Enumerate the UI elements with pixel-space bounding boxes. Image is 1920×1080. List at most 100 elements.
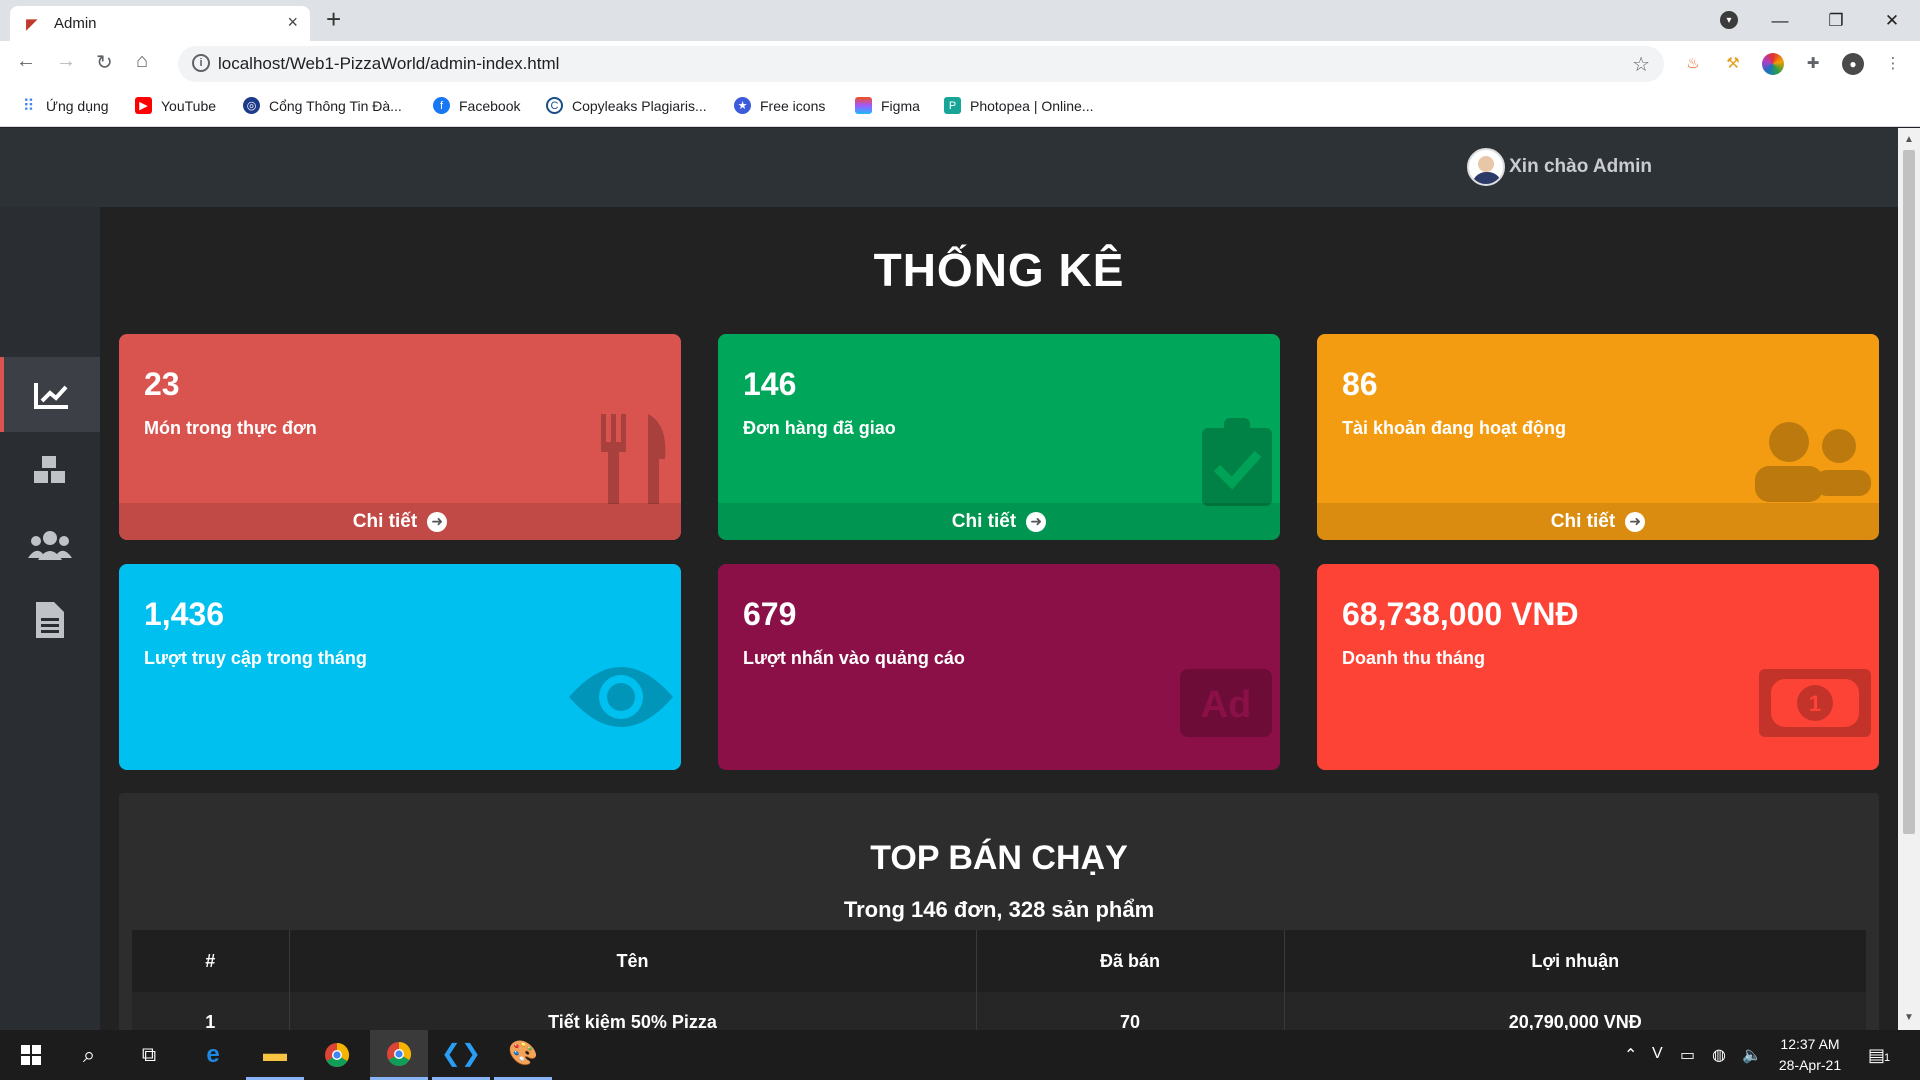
color-picker-extension-icon[interactable] — [1762, 53, 1784, 75]
search-icon[interactable]: ⌕ — [60, 1030, 118, 1080]
admin-greeting[interactable]: Xin chào Admin — [1467, 148, 1652, 186]
admin-avatar[interactable] — [1467, 148, 1506, 186]
close-tab-icon[interactable]: × — [287, 12, 298, 33]
card-label: Doanh thu tháng — [1342, 648, 1485, 668]
stat-card-monthly-revenue: 68,738,000 VNĐ Doanh thu tháng 1 — [1317, 564, 1879, 770]
arrow-circle-right-icon: ➜ — [427, 511, 448, 532]
bookmark-apps[interactable]: ⠿ Ứng dụng — [20, 97, 109, 115]
scroll-down-icon[interactable]: ▼ — [1904, 1012, 1914, 1023]
chrome-icon[interactable] — [308, 1030, 366, 1080]
admin-header: Xin chào Admin — [0, 128, 1898, 207]
cell-profit: 20,790,000 VNĐ — [1284, 992, 1866, 1030]
card-details-link[interactable]: Chi tiết ➜ — [1317, 503, 1879, 540]
photopea-icon: P — [944, 97, 961, 114]
bookmark-photopea[interactable]: P Photopea | Online... — [944, 97, 1094, 114]
bookmark-label: YouTube — [161, 97, 217, 114]
edge-icon[interactable]: e — [184, 1030, 242, 1080]
card-details-link[interactable]: Chi tiết ➜ — [718, 503, 1280, 540]
file-explorer-icon[interactable]: ▬ — [246, 1030, 304, 1080]
sidebar-item-users[interactable] — [0, 507, 100, 582]
scroll-thumb[interactable] — [1903, 150, 1915, 834]
address-bar[interactable]: i localhost/Web1-PizzaWorld/admin-index.… — [178, 46, 1664, 82]
sidebar-item-orders[interactable] — [0, 582, 100, 657]
windows-taskbar: ⌕ ⧉ e ▬ ❮❯ 🎨 ⌃ V ▭ ◍ 🔈 12:37 AM 28-Apr-2… — [0, 1030, 1920, 1080]
fire-extension-icon[interactable]: ♨ — [1682, 53, 1704, 75]
table-header-row: # Tên Đã bán Lợi nhuận — [132, 930, 1866, 992]
bookmark-label: Free icons — [760, 97, 826, 114]
bookmarks-bar: ⠿ Ứng dụng ▶ YouTube ◎ Cổng Thông Tin Đà… — [0, 87, 1920, 127]
file-alt-icon — [36, 601, 64, 638]
card-label: Đơn hàng đã giao — [743, 418, 896, 438]
top-selling-table: # Tên Đã bán Lợi nhuận 1 Tiết kiệm 50% P… — [132, 930, 1866, 1030]
windows-start-icon[interactable] — [2, 1030, 60, 1080]
column-header-profit[interactable]: Lợi nhuận — [1284, 930, 1866, 992]
tray-vietkey-icon[interactable]: V — [1652, 1045, 1663, 1063]
bookmark-star-icon[interactable]: ☆ — [1632, 52, 1650, 77]
bookmark-portal[interactable]: ◎ Cổng Thông Tin Đà... — [243, 97, 402, 114]
portal-icon: ◎ — [243, 97, 260, 114]
page-scrollbar[interactable]: ▲ ▼ — [1898, 128, 1920, 1030]
menu-kebab-icon[interactable]: ⋮ — [1882, 53, 1904, 75]
forward-button[interactable]: → — [56, 50, 76, 73]
profile-avatar-icon[interactable]: ● — [1842, 53, 1864, 75]
notification-count: 1 — [1884, 1052, 1891, 1064]
free-icons-icon: ★ — [734, 97, 751, 114]
column-header-sold[interactable]: Đã bán — [976, 930, 1285, 992]
card-value: 679 — [743, 596, 797, 632]
copyleaks-icon: C — [546, 97, 563, 114]
details-label: Chi tiết — [352, 510, 418, 532]
browser-tab[interactable]: ◤ Admin × — [10, 6, 310, 41]
ad-icon: Ad — [1180, 660, 1272, 752]
notification-center-icon[interactable]: ▤ — [1868, 1045, 1885, 1066]
scroll-up-icon[interactable]: ▲ — [1904, 134, 1914, 145]
tab-search-icon[interactable]: ▾ — [1720, 11, 1738, 29]
extensions-puzzle-icon[interactable]: ✚ — [1802, 53, 1824, 75]
sidebar-item-statistics[interactable] — [0, 357, 100, 432]
stat-card-delivered-orders: 146 Đơn hàng đã giao Chi tiết ➜ — [718, 334, 1280, 540]
paint-icon[interactable]: 🎨 — [494, 1030, 552, 1080]
close-window-button[interactable]: ✕ — [1864, 0, 1920, 41]
back-button[interactable]: ← — [16, 50, 36, 73]
cubes-icon — [34, 455, 65, 483]
bookmark-copyleaks[interactable]: C Copyleaks Plagiaris... — [546, 97, 707, 114]
taskbar-clock[interactable]: 12:37 AM 28-Apr-21 — [1770, 1034, 1850, 1076]
apps-grid-icon: ⠿ — [22, 97, 35, 115]
cell-name: Tiết kiệm 50% Pizza — [289, 992, 977, 1030]
bookmark-youtube[interactable]: ▶ YouTube — [135, 97, 216, 114]
users-icon — [28, 530, 72, 560]
home-button[interactable]: ⌂ — [136, 50, 148, 73]
bookmark-free-icons[interactable]: ★ Free icons — [734, 97, 825, 114]
clock-date: 28-Apr-21 — [1778, 1057, 1842, 1073]
tray-chevron-up-icon[interactable]: ⌃ — [1624, 1045, 1637, 1065]
task-view-icon[interactable]: ⧉ — [120, 1030, 178, 1080]
clock-time: 12:37 AM — [1780, 1036, 1840, 1052]
url-text[interactable]: localhost/Web1-PizzaWorld/admin-index.ht… — [218, 54, 559, 74]
volume-icon[interactable]: 🔈 — [1742, 1045, 1762, 1065]
admin-sidebar — [0, 207, 100, 1030]
sidebar-item-products[interactable] — [0, 432, 100, 507]
bookmark-figma[interactable]: Figma — [855, 97, 920, 114]
facebook-icon: f — [433, 97, 450, 114]
new-tab-button[interactable]: + — [326, 4, 341, 35]
card-value: 146 — [743, 366, 797, 402]
greeting-text: Xin chào Admin — [1509, 156, 1652, 177]
browser-tab-strip: ◤ Admin × + ▾ — ❐ ✕ — [0, 0, 1920, 41]
svg-text:1: 1 — [1809, 691, 1821, 716]
network-globe-icon[interactable]: ◍ — [1712, 1045, 1726, 1065]
column-header-rank[interactable]: # — [132, 930, 290, 992]
card-details-link[interactable]: Chi tiết ➜ — [119, 503, 681, 540]
vscode-icon[interactable]: ❮❯ — [432, 1030, 490, 1080]
reload-button[interactable]: ↻ — [96, 50, 113, 75]
chrome-active-icon[interactable] — [370, 1030, 428, 1080]
battery-icon[interactable]: ▭ — [1680, 1045, 1695, 1065]
minimize-button[interactable]: — — [1752, 0, 1808, 41]
arrow-circle-right-icon: ➜ — [1026, 511, 1047, 532]
bookmark-facebook[interactable]: f Facebook — [433, 97, 520, 114]
restore-button[interactable]: ❐ — [1808, 0, 1864, 41]
card-label: Món trong thực đơn — [144, 418, 317, 438]
column-header-name[interactable]: Tên — [289, 930, 977, 992]
site-info-icon[interactable]: i — [192, 54, 210, 72]
details-label: Chi tiết — [1550, 510, 1616, 532]
card-value: 68,738,000 VNĐ — [1342, 596, 1579, 632]
hammer-extension-icon[interactable]: ⚒ — [1722, 53, 1744, 75]
